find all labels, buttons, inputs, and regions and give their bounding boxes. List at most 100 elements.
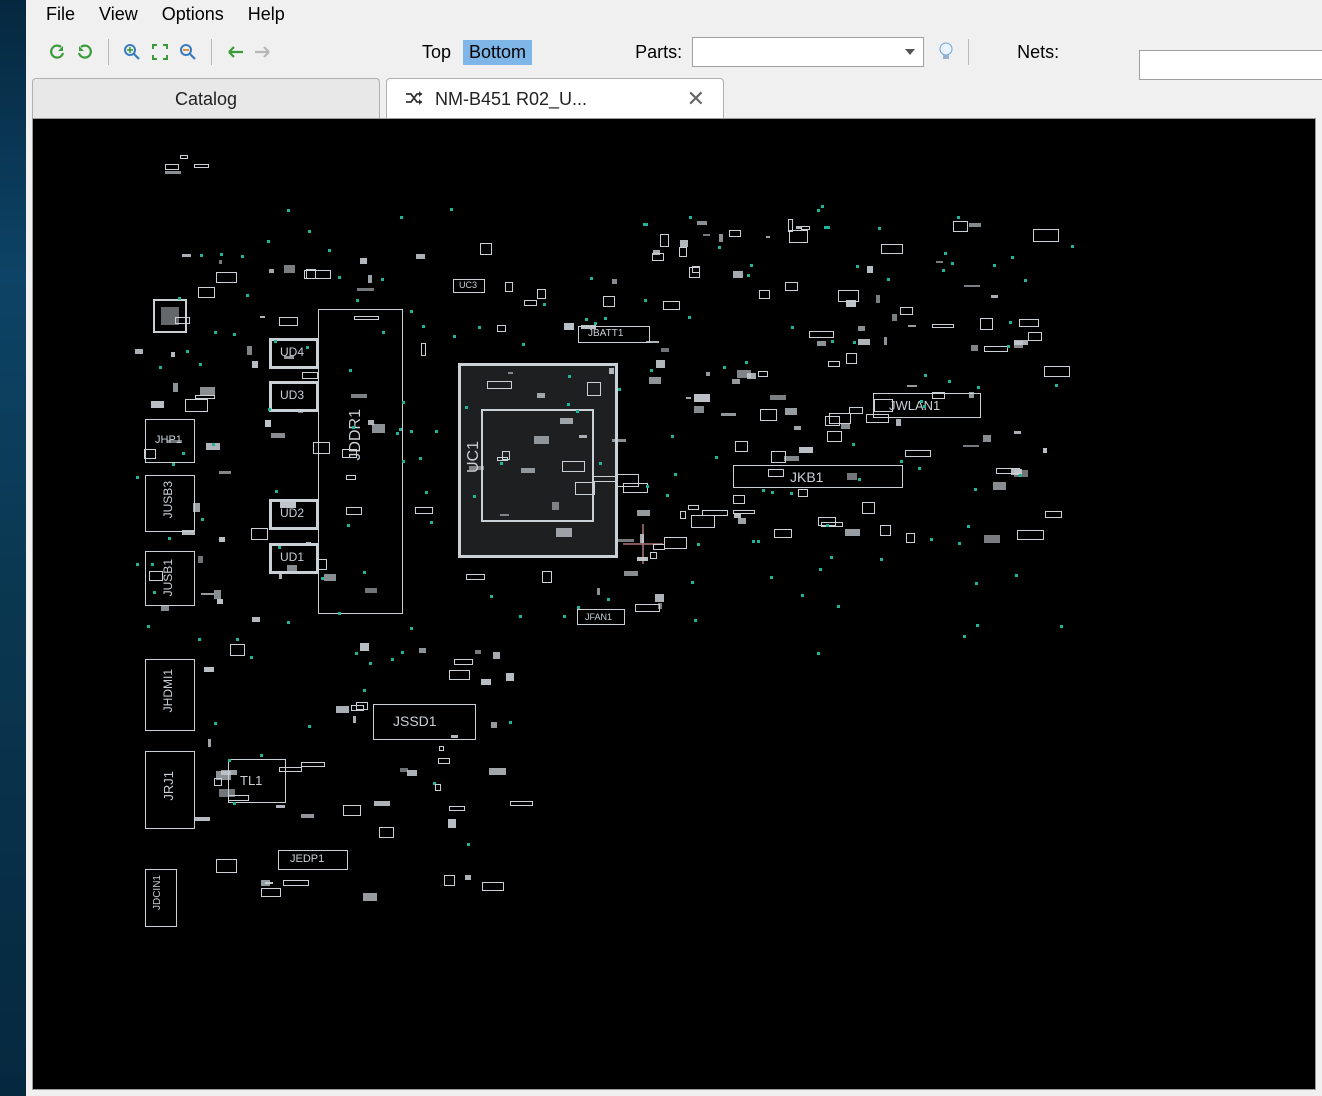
parts-combobox[interactable] <box>692 37 924 67</box>
component-jddr1[interactable] <box>318 309 403 614</box>
menu-view[interactable]: View <box>87 0 150 30</box>
board-decor <box>251 528 268 541</box>
component-jhdmi1[interactable] <box>145 659 195 731</box>
board-decor <box>896 419 901 426</box>
board-decor <box>506 673 514 682</box>
hint-bulb-icon[interactable] <box>936 41 956 63</box>
board-decor <box>881 244 903 255</box>
board-viewport[interactable]: JDDR1 UD4 UD3 UD2 UD1 JHP1 JUSB3 JUSB1 J… <box>32 118 1316 1090</box>
component-jssd1[interactable] <box>373 704 476 740</box>
via-dot <box>1009 321 1012 324</box>
board-decor <box>260 754 263 757</box>
tab-document[interactable]: NM-B451 R02_U... ✕ <box>386 78 724 119</box>
component-ud3[interactable] <box>269 381 319 412</box>
via-dot <box>306 346 309 349</box>
board-decor <box>168 537 171 540</box>
board-decor <box>770 395 786 400</box>
board-decor <box>845 529 860 536</box>
via-dot <box>172 463 175 466</box>
component-uc3[interactable] <box>453 279 485 293</box>
menu-help[interactable]: Help <box>236 0 297 30</box>
via-dot <box>577 606 580 609</box>
menu-file[interactable]: File <box>34 0 87 30</box>
board-decor <box>421 343 426 356</box>
toolbar-separator <box>968 39 969 65</box>
board-decor <box>649 377 661 384</box>
board-decor <box>874 399 894 412</box>
component-jedp1[interactable] <box>278 850 348 870</box>
via-dot <box>948 380 951 383</box>
board-decor <box>351 394 367 398</box>
zoom-fit-button[interactable] <box>149 41 171 63</box>
via-dot <box>382 331 385 334</box>
via-dot <box>900 460 903 463</box>
board-decor <box>906 533 916 543</box>
board-decor <box>944 252 947 255</box>
tab-strip: Catalog NM-B451 R02_U... ✕ <box>26 78 1322 118</box>
board-decor <box>465 875 470 879</box>
redo-button[interactable] <box>74 41 96 63</box>
board-decor <box>356 299 359 302</box>
board-decor <box>691 515 715 528</box>
zoom-out-button[interactable] <box>177 41 199 63</box>
board-decor <box>967 525 970 528</box>
board-decor <box>971 345 978 351</box>
component-jusb3[interactable] <box>145 475 195 532</box>
via-dot <box>924 374 927 377</box>
board-decor <box>694 406 704 413</box>
via-dot <box>410 627 413 630</box>
via-dot <box>338 276 341 279</box>
board-decor <box>1019 319 1040 327</box>
tab-catalog[interactable]: Catalog <box>32 78 380 119</box>
board-decor <box>789 230 808 242</box>
board-decor <box>324 574 337 581</box>
toolbar-separator <box>108 39 109 65</box>
board-decor <box>735 441 748 452</box>
layer-bottom-button[interactable]: Bottom <box>463 40 532 65</box>
board-decor <box>374 801 390 806</box>
board-decor <box>703 234 710 236</box>
via-dot <box>349 369 352 372</box>
via-dot <box>453 335 456 338</box>
board-canvas[interactable]: JDDR1 UD4 UD3 UD2 UD1 JHP1 JUSB3 JUSB1 J… <box>33 119 1315 1089</box>
component-jdcin1[interactable] <box>145 869 177 927</box>
zoom-in-button[interactable] <box>121 41 143 63</box>
board-decor <box>449 670 470 680</box>
board-decor <box>343 805 361 816</box>
via-dot <box>153 591 156 594</box>
board-decor <box>500 514 509 517</box>
via-dot <box>402 401 405 404</box>
via-dot <box>837 605 840 608</box>
nav-forward-button[interactable] <box>252 41 274 63</box>
board-decor <box>438 758 451 764</box>
via-dot <box>400 216 403 219</box>
board-decor <box>306 542 312 544</box>
board-decor <box>201 593 214 596</box>
component-jfan1[interactable] <box>577 609 625 625</box>
component-jkb1[interactable] <box>733 465 903 488</box>
layer-top-button[interactable]: Top <box>416 40 457 65</box>
board-decor <box>587 382 601 396</box>
board-decor <box>758 371 767 378</box>
undo-button[interactable] <box>46 41 68 63</box>
board-decor <box>219 789 234 798</box>
via-dot <box>718 246 721 249</box>
via-dot <box>801 594 804 597</box>
tab-label: Catalog <box>175 89 237 110</box>
board-decor <box>688 316 691 319</box>
nets-combobox[interactable] <box>1139 50 1322 80</box>
via-dot <box>425 491 428 494</box>
board-decor <box>593 476 618 482</box>
board-decor <box>932 324 954 328</box>
via-dot <box>465 406 468 409</box>
close-icon[interactable]: ✕ <box>687 86 705 112</box>
board-decor <box>680 511 686 519</box>
via-dot <box>590 277 593 280</box>
via-dot <box>287 209 290 212</box>
menu-options[interactable]: Options <box>150 0 236 30</box>
nav-back-button[interactable] <box>224 41 246 63</box>
board-decor <box>247 346 252 355</box>
board-decor <box>198 556 203 563</box>
component-jrj1[interactable] <box>145 751 195 829</box>
via-dot <box>563 615 566 618</box>
